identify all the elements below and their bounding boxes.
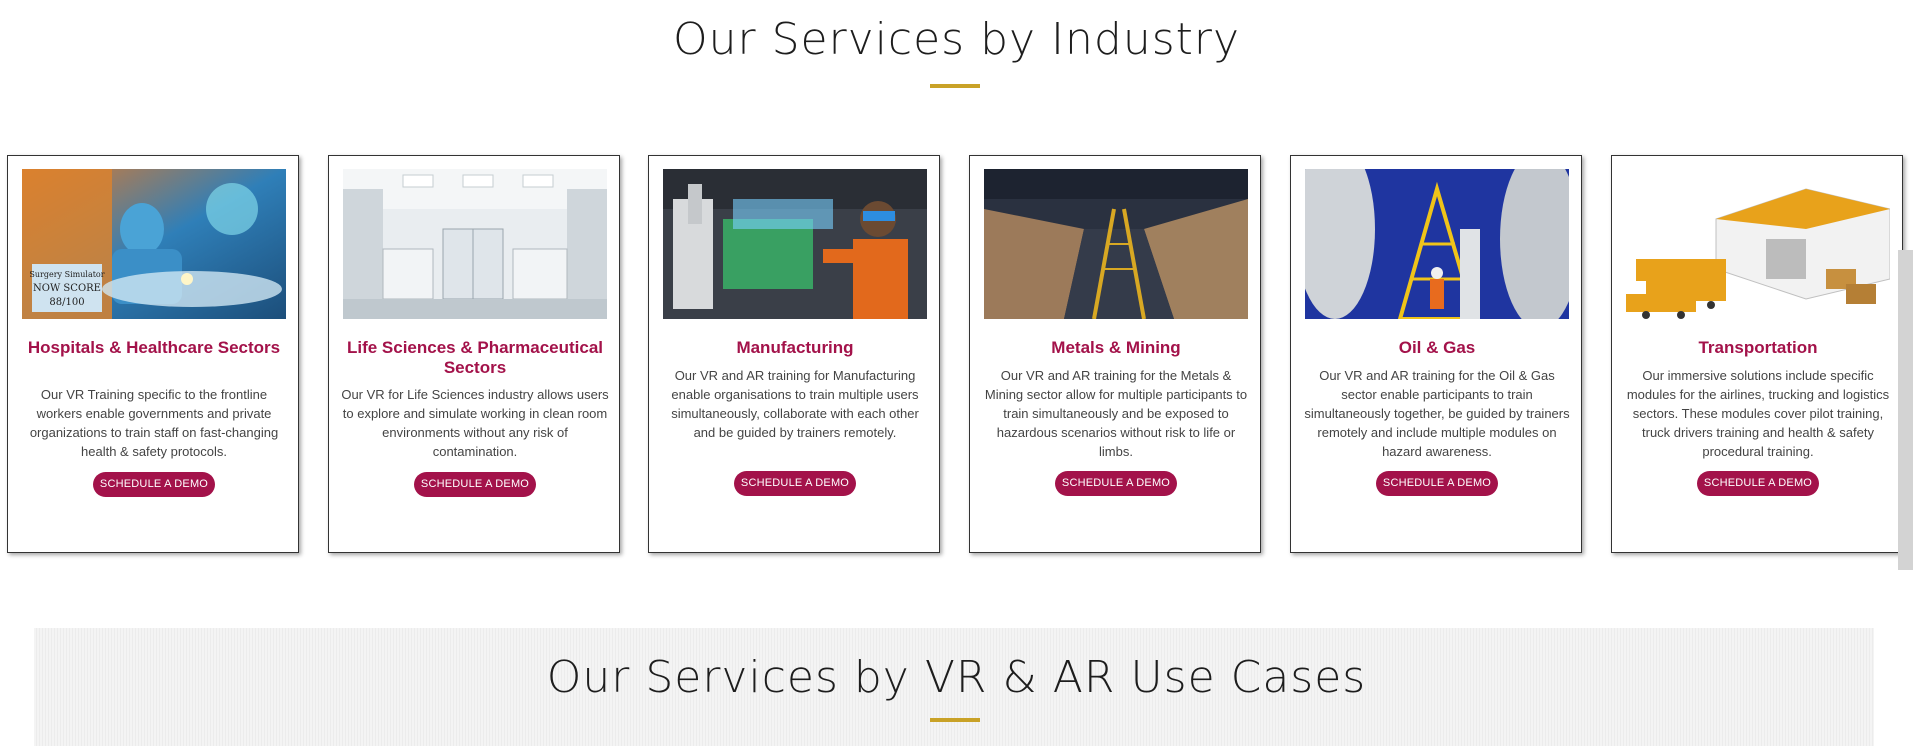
use-cases-section-title: Our Services by VR & AR Use Cases xyxy=(546,652,1367,703)
oil-gas-image xyxy=(1305,169,1569,319)
card-title: Oil & Gas xyxy=(1398,338,1476,357)
card-title: Transportation xyxy=(1698,338,1818,357)
industry-card-metals-mining: Metals & Mining Our VR and AR training f… xyxy=(969,155,1261,553)
transportation-image xyxy=(1626,169,1890,319)
industry-card-hospitals: Surgery Simulator NOW SCORE 88/100 Hospi… xyxy=(7,155,299,553)
card-description: Our immersive solutions include specific… xyxy=(1626,368,1890,459)
manufacturing-image xyxy=(663,169,927,319)
svg-text:Surgery Simulator: Surgery Simulator xyxy=(29,270,104,279)
page: Our Services by Industry Surgery Simulat… xyxy=(0,0,1913,746)
schedule-demo-button[interactable]: SCHEDULE A DEMO xyxy=(734,471,856,496)
title-underline xyxy=(930,718,980,722)
svg-text:NOW SCORE: NOW SCORE xyxy=(33,283,101,294)
industry-card-transportation: Transportation Our immersive solutions i… xyxy=(1611,155,1903,553)
card-description: Our VR and AR training for the Oil & Gas… xyxy=(1304,368,1570,459)
card-description: Our VR and AR training for Manufacturing… xyxy=(671,368,919,440)
industry-section-title: Our Services by Industry xyxy=(672,14,1241,65)
industry-card-oil-gas: Oil & Gas Our VR and AR training for the… xyxy=(1290,155,1582,553)
life-sciences-image xyxy=(343,169,607,319)
card-title: Manufacturing xyxy=(736,338,854,357)
hospitals-image: Surgery Simulator NOW SCORE 88/100 xyxy=(22,169,286,319)
card-title: Hospitals & Healthcare Sectors xyxy=(27,338,281,357)
card-title: Life Sciences & Pharmaceutical Sectors xyxy=(346,338,604,377)
card-description: Our VR Training specific to the frontlin… xyxy=(29,387,279,459)
industry-card-life-sciences: Life Sciences & Pharmaceutical Sectors O… xyxy=(328,155,620,553)
card-title: Metals & Mining xyxy=(1051,338,1181,357)
scrollbar-thumb[interactable] xyxy=(1898,250,1913,570)
schedule-demo-button[interactable]: SCHEDULE A DEMO xyxy=(1697,471,1819,496)
card-description: Our VR and AR training for the Metals & … xyxy=(984,368,1248,459)
schedule-demo-button[interactable]: SCHEDULE A DEMO xyxy=(1376,471,1498,496)
metals-mining-image xyxy=(984,169,1248,319)
schedule-demo-button[interactable]: SCHEDULE A DEMO xyxy=(1055,471,1177,496)
svg-text:88/100: 88/100 xyxy=(49,297,84,308)
schedule-demo-button[interactable]: SCHEDULE A DEMO xyxy=(93,472,215,497)
industry-cards: Surgery Simulator NOW SCORE 88/100 Hospi… xyxy=(7,155,1907,557)
card-description: Our VR for Life Sciences industry allows… xyxy=(341,387,609,459)
title-underline xyxy=(930,84,980,88)
schedule-demo-button[interactable]: SCHEDULE A DEMO xyxy=(414,472,536,497)
industry-card-manufacturing: Manufacturing Our VR and AR training for… xyxy=(648,155,940,553)
